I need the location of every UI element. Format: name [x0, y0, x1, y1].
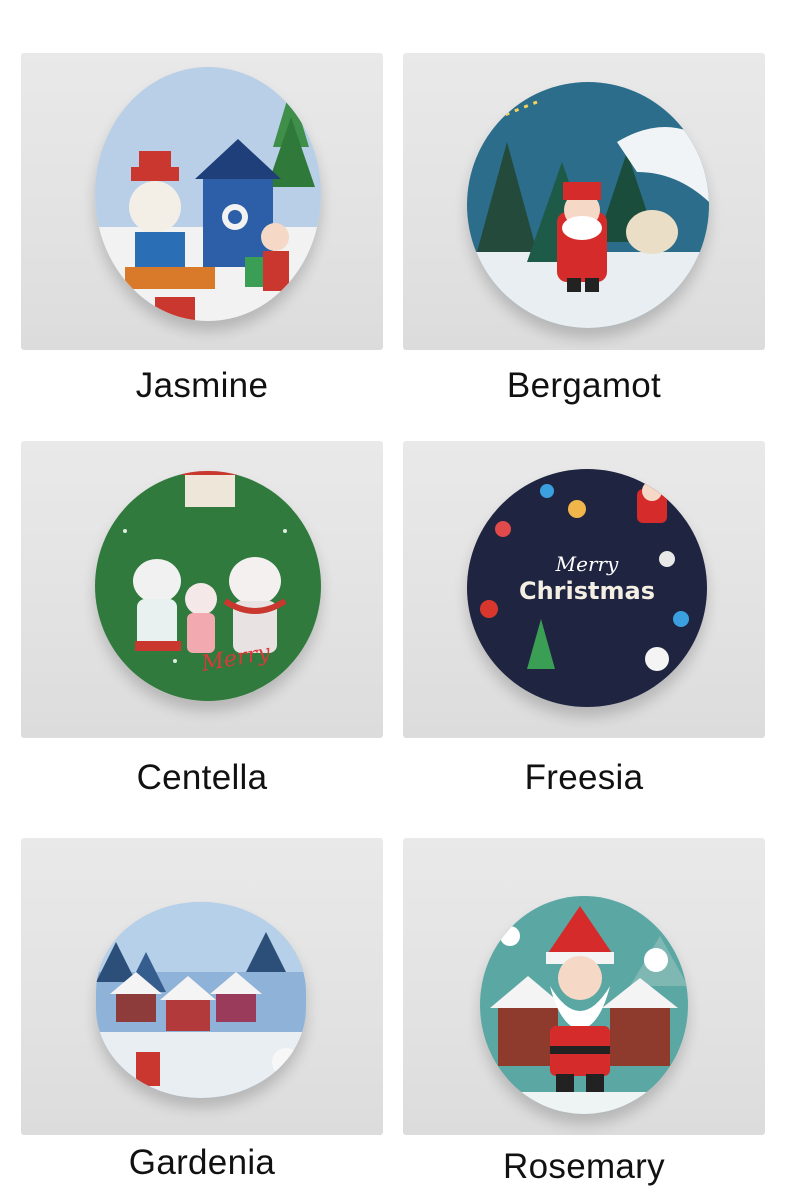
- product-name-label: Gardenia: [128, 1143, 276, 1182]
- product-photo: [21, 53, 383, 350]
- product-name-label: Jasmine: [135, 366, 269, 405]
- product-name-label: Centella: [136, 758, 268, 797]
- tin-image-animals-green: Merry: [95, 471, 321, 701]
- tin-image-santa-forest: [467, 82, 709, 328]
- tin-image-santa-teal: [480, 896, 688, 1114]
- product-photo: Merry Christmas: [403, 441, 765, 738]
- tin-greeting-line1: Merry: [555, 552, 619, 576]
- product-photo: [403, 838, 765, 1135]
- tin-image-snowman-house: [95, 67, 321, 321]
- product-photo: Merry: [21, 441, 383, 738]
- tin-image-merry-christmas: Merry Christmas: [467, 469, 707, 707]
- product-photo: [403, 53, 765, 350]
- product-name-label: Freesia: [524, 758, 644, 797]
- product-name-label: Bergamot: [506, 366, 662, 405]
- tin-image-snowy-village: [96, 902, 306, 1098]
- tin-greeting-line2: Christmas: [519, 577, 655, 605]
- product-name-label: Rosemary: [503, 1147, 665, 1186]
- product-photo: [21, 838, 383, 1135]
